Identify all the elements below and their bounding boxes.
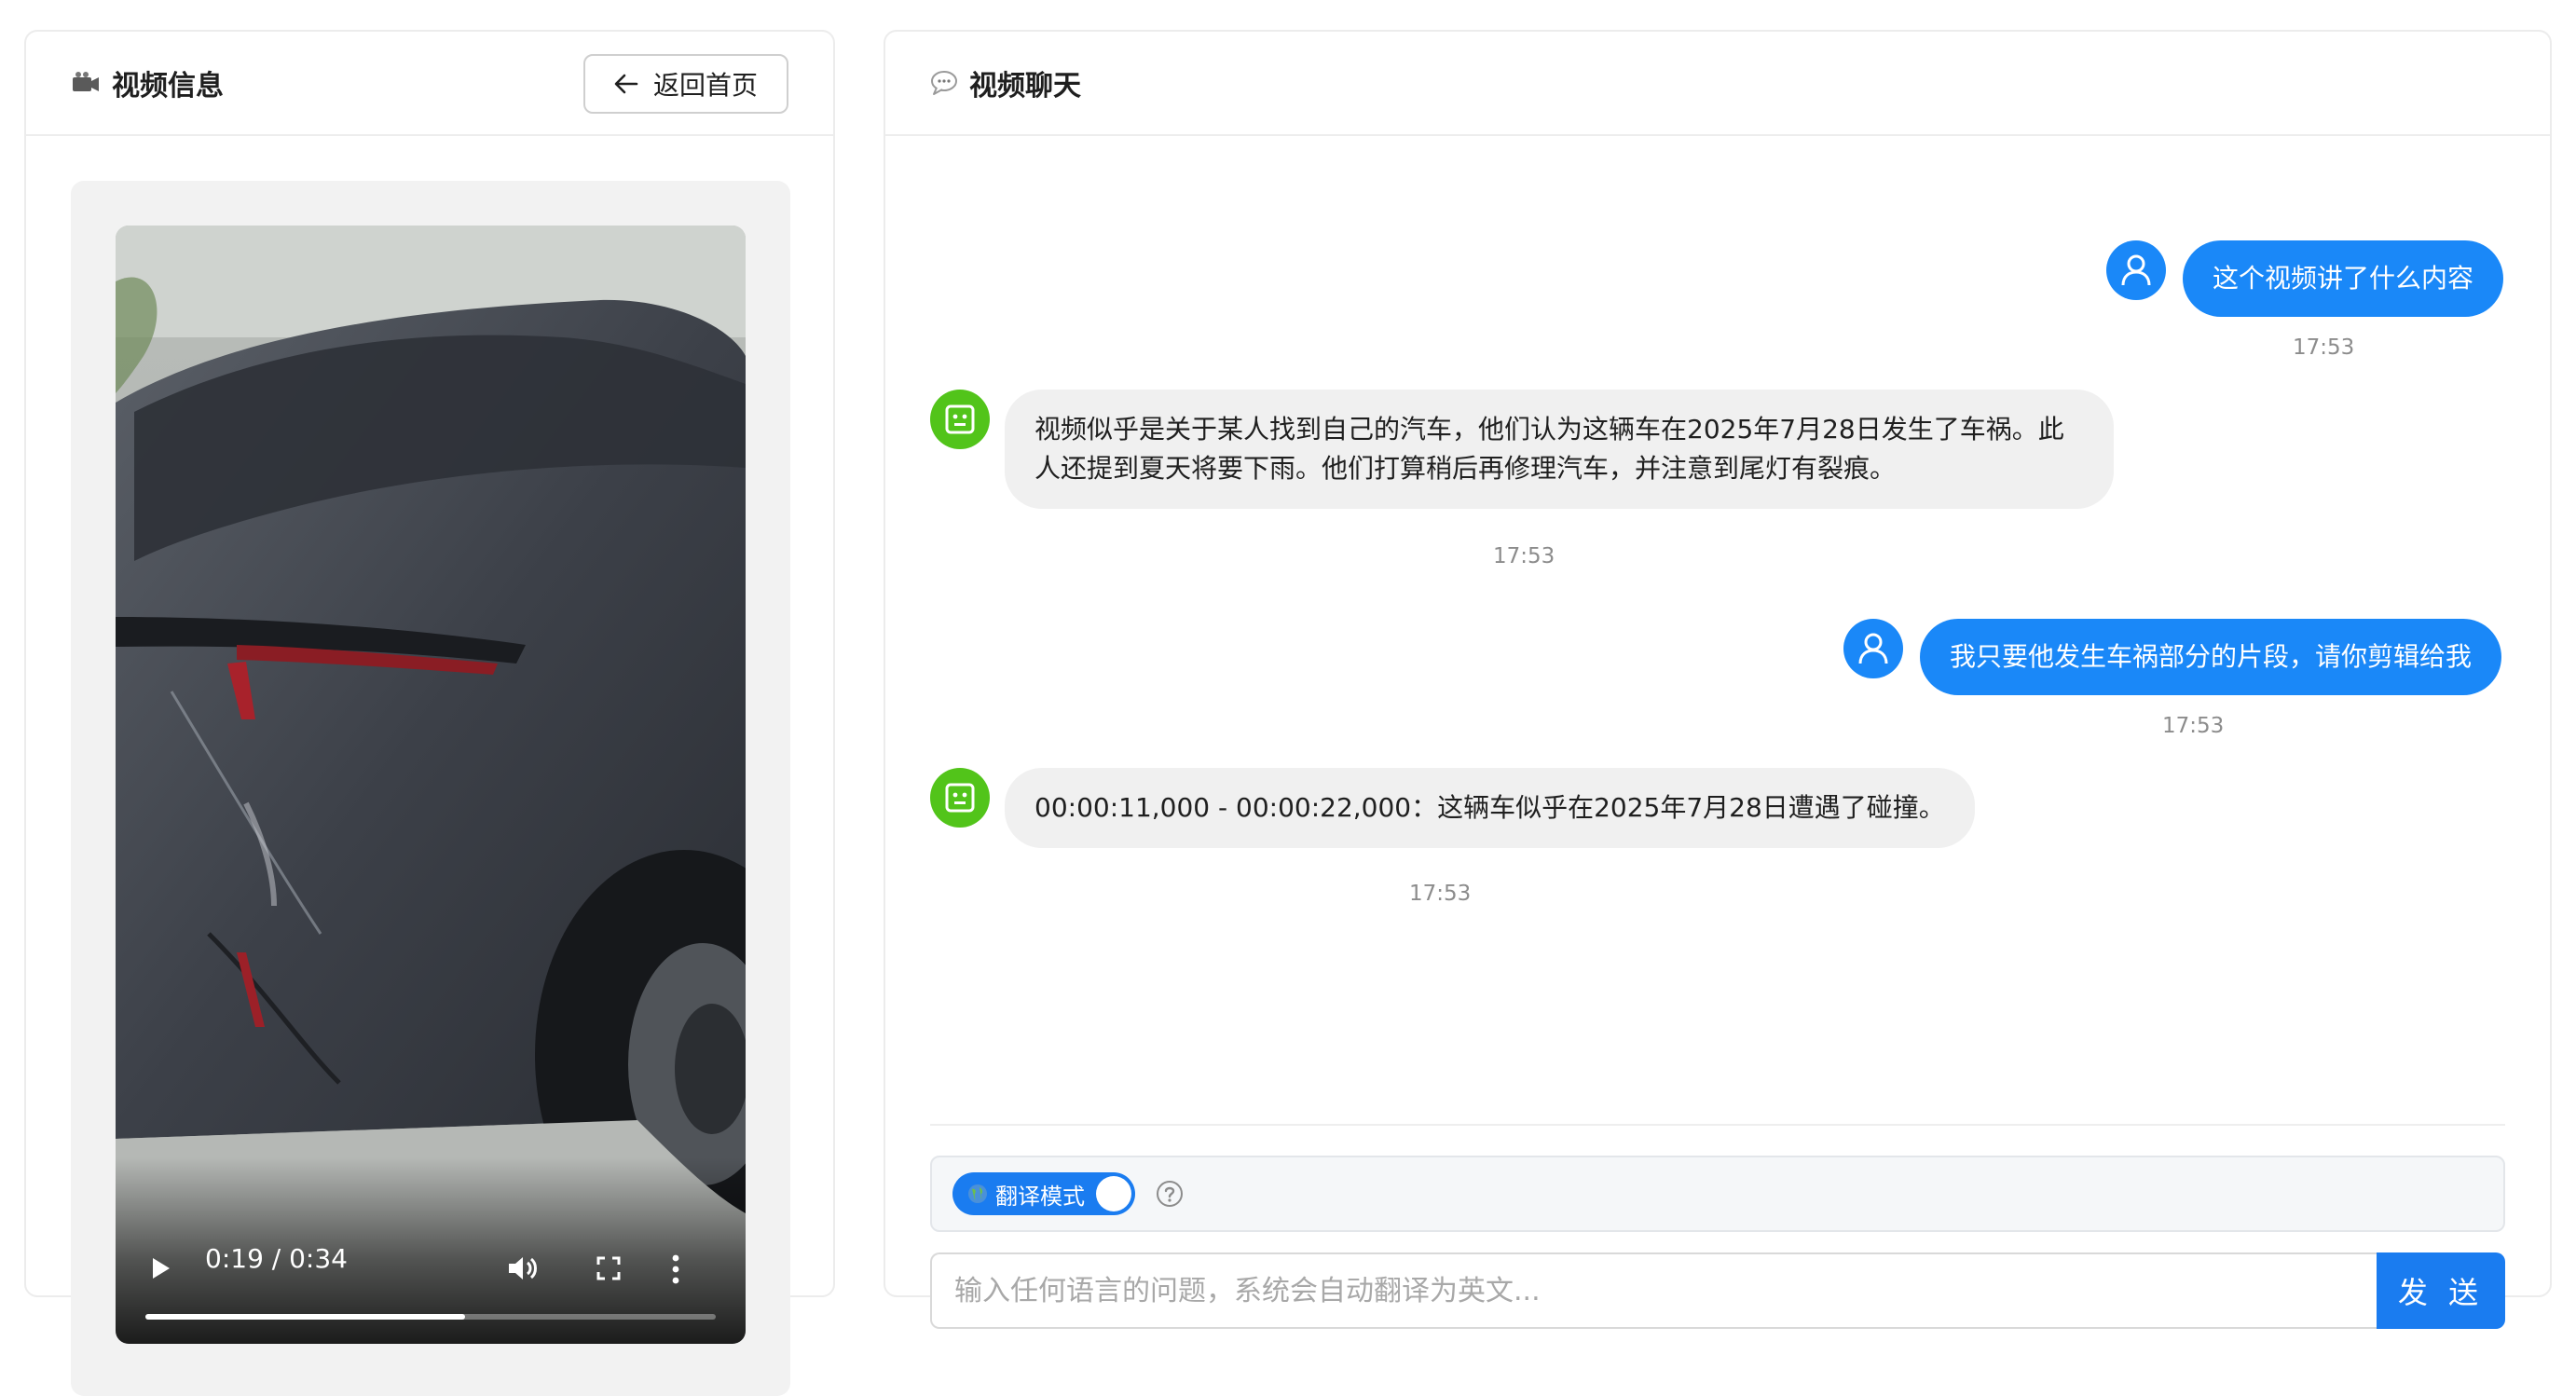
chat-input-row: 发 送 <box>930 1252 2505 1329</box>
fullscreen-icon[interactable] <box>596 1256 621 1280</box>
arrow-left-icon <box>614 74 638 94</box>
translate-mode-label: 翻译模式 <box>995 1183 1085 1210</box>
robot-icon <box>945 783 975 813</box>
message-time: 17:53 <box>1409 882 1472 906</box>
video-camera-icon <box>73 72 99 91</box>
video-info-header: 视频信息 返回首页 <box>26 32 833 136</box>
video-time: 0:19 / 0:34 <box>205 1243 348 1274</box>
chat-input[interactable] <box>930 1252 2377 1329</box>
globe-icon <box>968 1184 987 1203</box>
chat-messages: 这个视频讲了什么内容 17:53 视频似乎是关于某人找到自己的汽车，他们认为这辆… <box>930 136 2505 1126</box>
message-time: 17:53 <box>2293 335 2355 360</box>
user-avatar <box>2106 240 2166 300</box>
more-icon[interactable] <box>671 1254 680 1284</box>
video-chat-header: 视频聊天 <box>885 32 2550 136</box>
volume-icon[interactable] <box>507 1254 541 1282</box>
back-home-label: 返回首页 <box>652 70 758 101</box>
video-progress[interactable] <box>145 1314 716 1320</box>
video-info-panel: 视频信息 返回首页 0:19 / 0:34 <box>24 30 835 1396</box>
user-avatar <box>1843 619 1903 678</box>
video-info-title: 视频信息 <box>71 62 224 103</box>
message-time: 17:53 <box>1493 544 1555 568</box>
user-message: 这个视频讲了什么内容 <box>2183 240 2504 317</box>
translate-mode-toggle[interactable]: 翻译模式 <box>952 1172 1135 1215</box>
video-controls: 0:19 / 0:34 <box>116 1157 746 1344</box>
chat-divider <box>930 1124 2505 1126</box>
video-progress-fill <box>145 1314 465 1320</box>
robot-icon <box>945 404 975 434</box>
play-icon[interactable] <box>151 1256 171 1280</box>
bot-message: 00:00:11,000 - 00:00:22,000：这辆车似乎在2025年7… <box>1005 768 1975 848</box>
user-icon <box>2121 254 2151 286</box>
bot-message: 视频似乎是关于某人找到自己的汽车，他们认为这辆车在2025年7月28日发生了车祸… <box>1005 390 2114 509</box>
back-home-button[interactable]: 返回首页 <box>583 54 788 114</box>
question-icon[interactable] <box>1156 1180 1184 1208</box>
bot-avatar <box>930 768 990 828</box>
video-container: 0:19 / 0:34 <box>71 181 790 1396</box>
send-button[interactable]: 发 送 <box>2377 1252 2505 1329</box>
message-time: 17:53 <box>2162 714 2225 738</box>
video-player[interactable]: 0:19 / 0:34 <box>116 226 746 1344</box>
video-chat-title: 视频聊天 <box>930 62 1081 103</box>
video-info-title-text: 视频信息 <box>112 70 224 103</box>
toggle-knob <box>1096 1176 1131 1211</box>
user-message: 我只要他发生车祸部分的片段，请你剪辑给我 <box>1920 619 2502 695</box>
speech-bubble-icon <box>931 71 957 95</box>
chat-toolbar: 翻译模式 <box>930 1156 2505 1232</box>
video-chat-panel: 视频聊天 这个视频讲了什么内容 17:53 视频似乎是关于某人找到自己的汽车，他… <box>884 30 2552 1329</box>
video-chat-title-text: 视频聊天 <box>969 70 1081 103</box>
bot-avatar <box>930 390 990 449</box>
user-icon <box>1858 633 1888 664</box>
